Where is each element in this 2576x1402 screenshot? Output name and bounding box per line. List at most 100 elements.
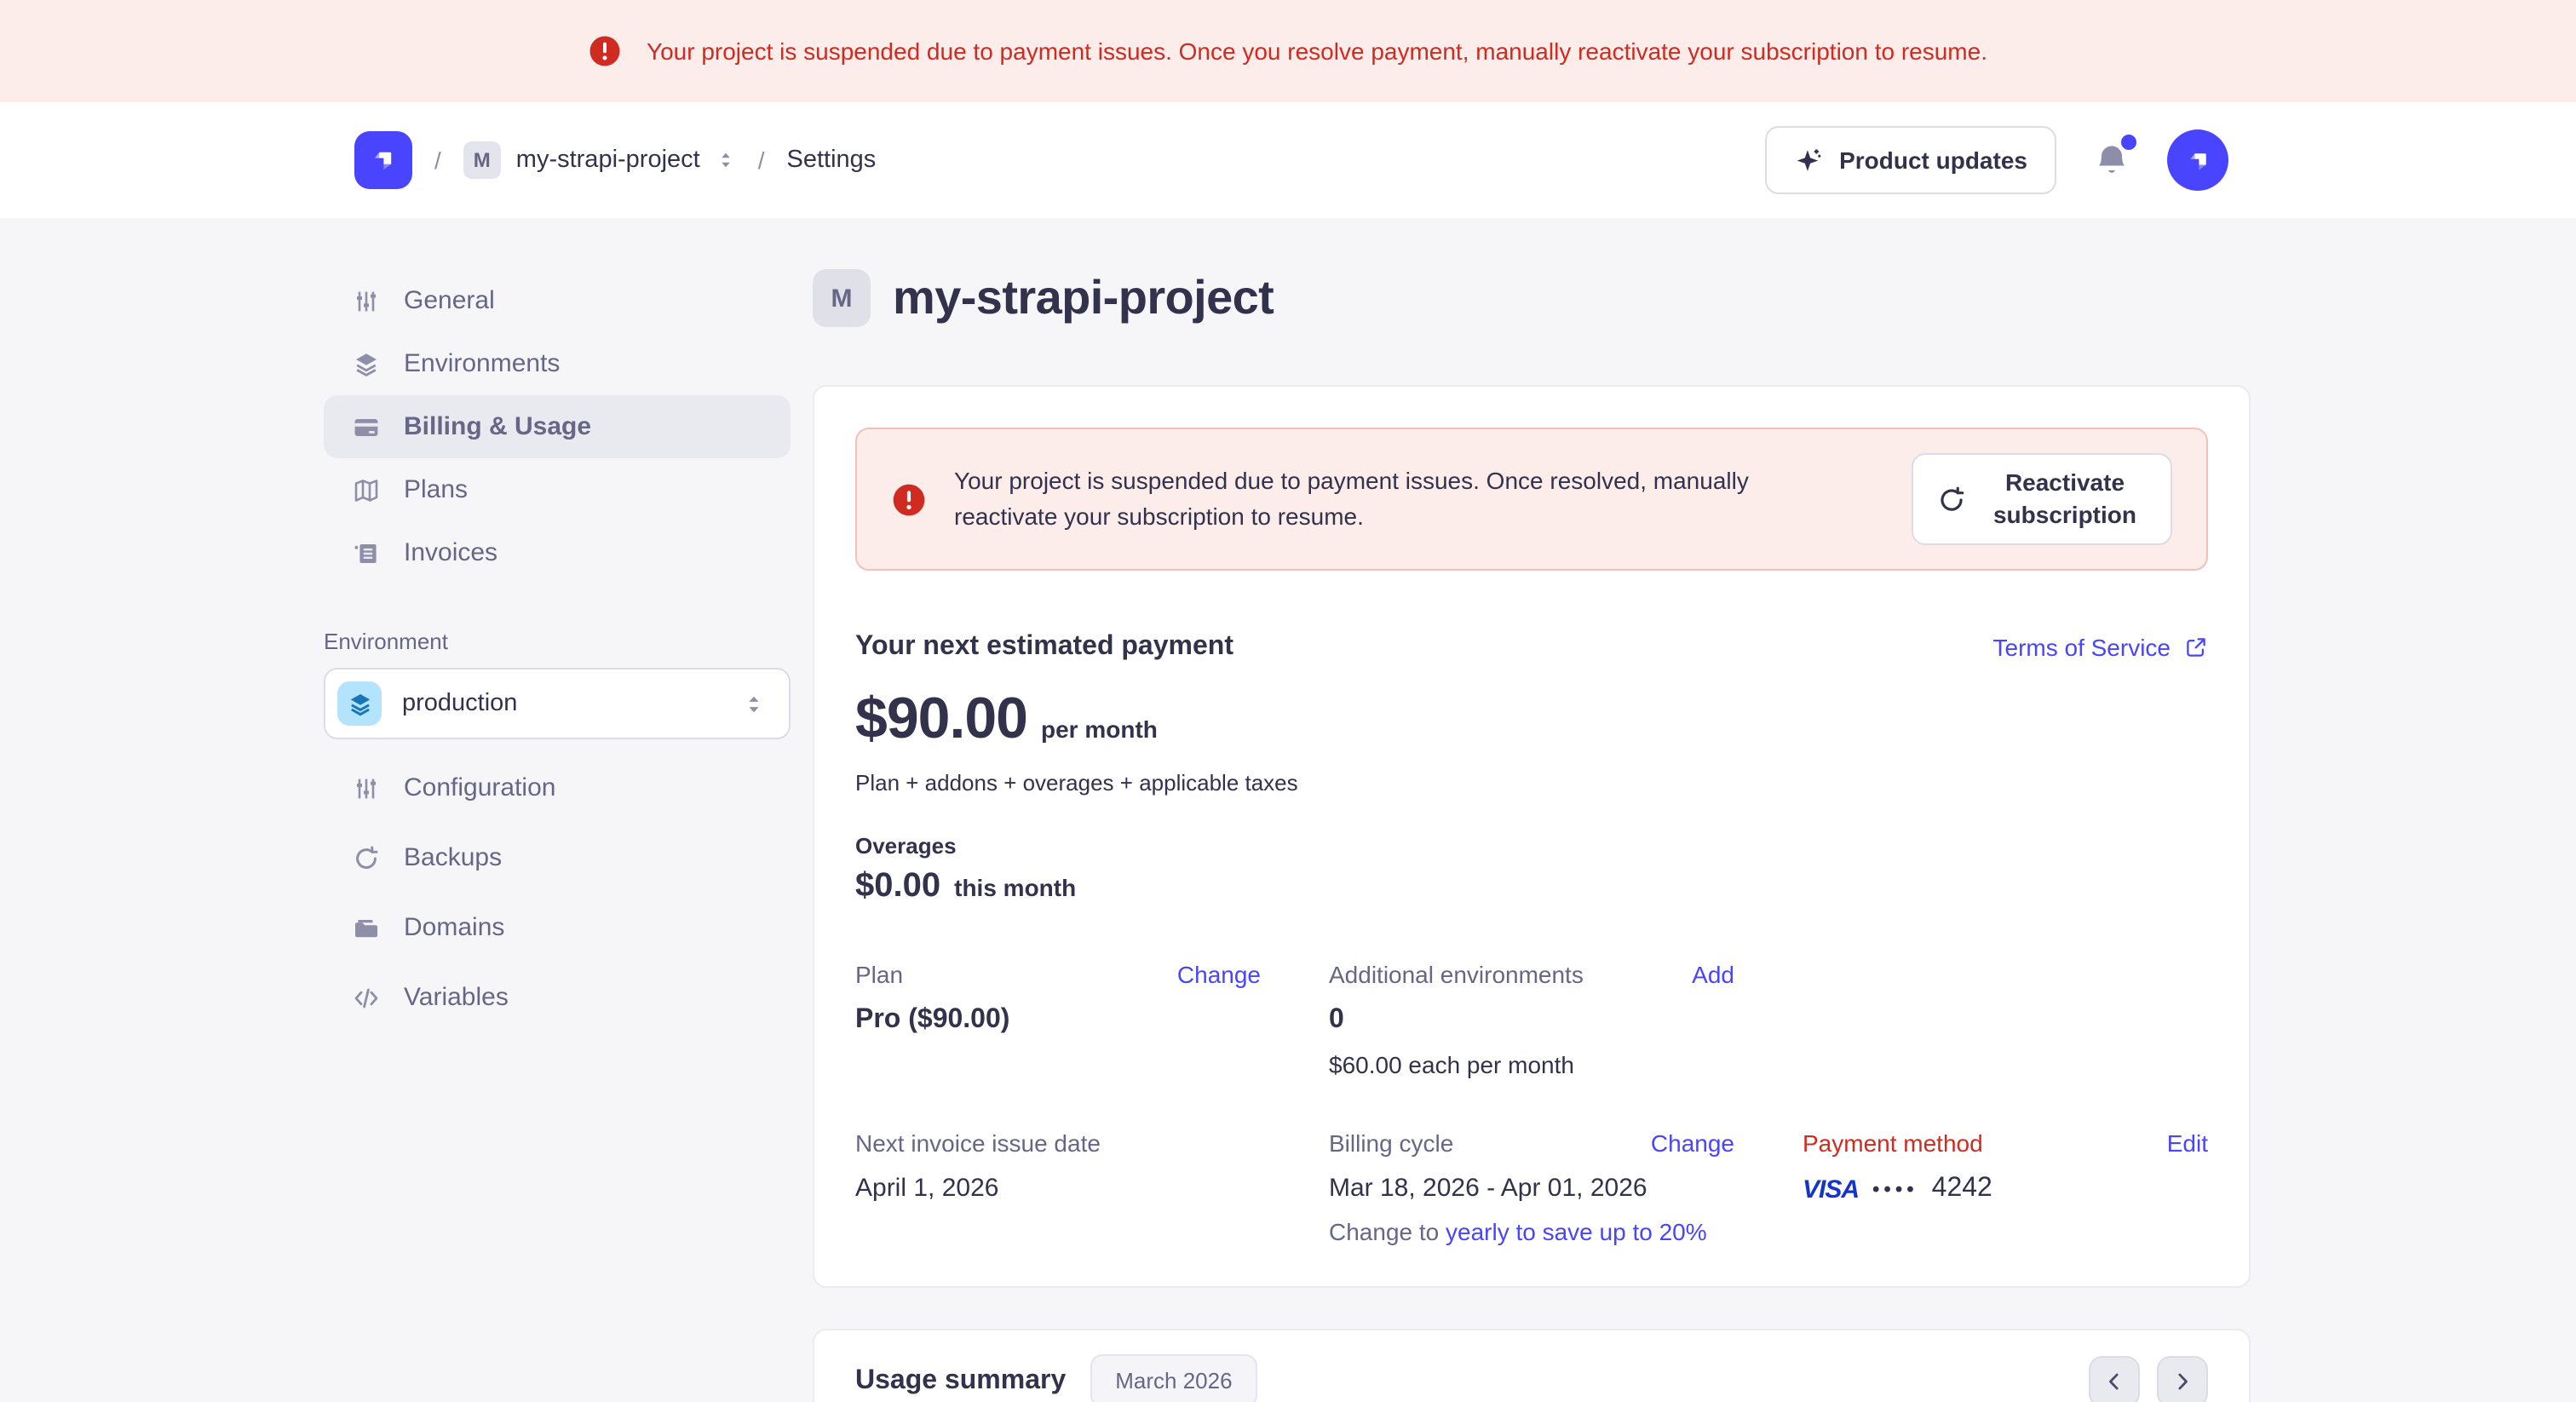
project-initial-badge: M [813,269,871,327]
plan-cell: Plan Change Pro ($90.00) [855,961,1261,1078]
usage-summary-heading: Usage summary [855,1365,1066,1396]
sidebar-item-label: Billing & Usage [404,412,591,441]
payment-heading: Your next estimated payment [855,632,1233,663]
content-area: General Environments Billing & Usage Pla… [0,218,2576,1402]
strapi-logo[interactable] [354,131,412,189]
sidebar-item-billing-usage[interactable]: Billing & Usage [324,395,791,458]
plan-value: Pro ($90.00) [855,1005,1261,1036]
estimated-payment-amount: $90.00 per month [855,687,2208,753]
environment-layers-icon [337,681,382,726]
sidebar-item-plans[interactable]: Plans [324,458,791,521]
sidebar-item-label: Variables [404,983,509,1012]
app-window: Your project is suspended due to payment… [0,0,2576,1402]
suspension-banner: Your project is suspended due to payment… [0,0,2576,102]
overages-period: this month [954,874,1076,901]
sidebar-item-label: Domains [404,913,504,942]
empty-cell [1803,961,2208,1078]
main-panel: M my-strapi-project Your project is susp… [813,269,2251,1402]
overages-label: Overages [855,833,2208,859]
alert-icon [589,34,623,68]
usage-summary-card: Usage summary March 2026 [813,1329,2251,1402]
settings-sidebar: General Environments Billing & Usage Pla… [324,269,791,1029]
terms-of-service-label: Terms of Service [1993,634,2171,661]
page-header: M my-strapi-project [813,269,2251,327]
yearly-savings-link[interactable]: yearly to save up to 20% [1446,1218,1707,1245]
sidebar-item-invoices[interactable]: Invoices [324,521,791,584]
external-link-icon [2184,635,2208,659]
sliders-icon [351,774,380,802]
user-avatar[interactable] [2167,129,2228,191]
billing-card: Your project is suspended due to payment… [813,385,2251,1288]
additional-environments-note: $60.00 each per month [1329,1051,1734,1078]
billing-cycle-note-prefix: Change to [1329,1218,1446,1245]
sidebar-item-domains[interactable]: Domains [324,896,791,959]
chevron-right-icon [2171,1369,2194,1393]
sidebar-item-label: Invoices [404,538,497,567]
sidebar-item-variables[interactable]: Variables [324,966,791,1029]
additional-environments-value: 0 [1329,1005,1734,1036]
alert-icon [891,481,927,517]
previous-month-button[interactable] [2089,1355,2140,1402]
terms-of-service-link[interactable]: Terms of Service [1993,634,2209,661]
billing-details-grid: Plan Change Pro ($90.00) Additional envi… [855,961,2208,1245]
reactivate-subscription-label: Reactivate subscription [1983,467,2147,531]
card-last4: 4242 [1932,1174,1992,1204]
suspension-alert-message: Your project is suspended due to payment… [954,463,1840,535]
sidebar-item-general[interactable]: General [324,269,791,332]
sidebar-item-label: Plans [404,475,468,504]
credit-card-icon [351,413,380,440]
top-bar: / M my-strapi-project / Settings Product… [0,102,2576,218]
billing-cycle-cell: Billing cycle Change Mar 18, 2026 - Apr … [1329,1129,1734,1245]
sidebar-item-backups[interactable]: Backups [324,826,791,889]
sparkle-icon [1793,146,1822,175]
avatar-strapi-glyph-icon [2182,144,2214,176]
additional-environments-add-link[interactable]: Add [1692,961,1734,988]
top-actions: Product updates [1764,126,2228,194]
breadcrumb-settings[interactable]: Settings [787,147,877,174]
payment-method-edit-link[interactable]: Edit [2167,1129,2208,1157]
plan-change-link[interactable]: Change [1177,961,1261,988]
next-invoice-label: Next invoice issue date [855,1129,1101,1157]
project-switcher[interactable]: M my-strapi-project [463,141,736,179]
next-invoice-cell: Next invoice issue date April 1, 2026 [855,1129,1261,1245]
payment-method-value: VISA •••• 4242 [1803,1174,2208,1204]
additional-environments-label: Additional environments [1329,961,1584,988]
payment-method-cell: Payment method Edit VISA •••• 4242 [1803,1129,2208,1245]
breadcrumb-separator: / [434,147,441,174]
payment-period: per month [1041,715,1158,743]
code-icon [351,984,380,1011]
usage-summary-header: Usage summary March 2026 [855,1354,2208,1402]
project-name: my-strapi-project [516,147,700,174]
sliders-icon [351,287,380,314]
product-updates-label: Product updates [1839,147,2027,174]
sidebar-item-label: General [404,286,495,315]
reactivate-subscription-button[interactable]: Reactivate subscription [1912,453,2172,545]
product-updates-button[interactable]: Product updates [1764,126,2056,194]
usage-pagination [2089,1355,2208,1402]
breadcrumb: / M my-strapi-project / Settings [354,131,876,189]
folder-icon [351,914,380,941]
sidebar-item-label: Environments [404,349,560,378]
sidebar-item-environments[interactable]: Environments [324,332,791,395]
sidebar-item-configuration[interactable]: Configuration [324,756,791,819]
billing-cycle-label: Billing cycle [1329,1129,1453,1157]
payment-method-label: Payment method [1803,1129,1983,1157]
breadcrumb-separator: / [758,147,765,174]
layers-icon [351,350,380,377]
plan-label: Plan [855,961,903,988]
refresh-icon [351,844,380,871]
card-masked-digits: •••• [1872,1177,1918,1201]
next-month-button[interactable] [2157,1355,2208,1402]
notifications-button[interactable] [2094,142,2130,178]
payment-formula: Plan + addons + overages + applicable ta… [855,770,2208,796]
environment-select-value: production [402,690,722,717]
project-initial-badge: M [463,141,501,179]
payment-amount: $90.00 [855,687,1027,753]
refresh-icon [1937,485,1966,514]
suspension-alert: Your project is suspended due to payment… [855,428,2208,571]
strapi-glyph-icon [366,143,400,177]
environment-select[interactable]: production [324,668,791,739]
billing-cycle-change-link[interactable]: Change [1651,1129,1734,1157]
map-icon [351,476,380,503]
next-invoice-value: April 1, 2026 [855,1174,1261,1203]
